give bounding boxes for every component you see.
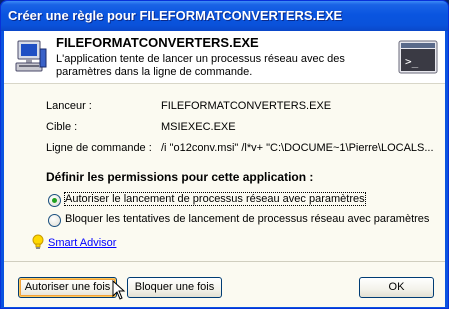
application-computer-icon [15,40,47,72]
svg-text:>_: >_ [405,55,419,68]
lightbulb-icon [32,234,44,249]
ok-button[interactable]: OK [359,277,434,298]
permissions-title: Définir les permissions pour cette appli… [46,170,314,184]
command-line-value: /i "o12conv.msi" /l*v+ "C:\DOCUME~1\Pier… [161,142,434,154]
block-once-button[interactable]: Bloquer une fois [127,277,222,298]
smart-advisor-link[interactable]: Smart Advisor [48,237,116,249]
target-label: Cible : [46,121,78,133]
dialog-body: FILEFORMATCONVERTERS.EXE L'application t… [4,31,445,307]
command-line-label: Ligne de commande : [46,142,152,154]
console-window-icon: >_ [398,40,438,74]
radio-block-button[interactable] [48,214,61,227]
application-name: FILEFORMATCONVERTERS.EXE [56,35,259,50]
application-description: L'application tente de lancer un process… [56,53,345,78]
window-title: Créer une règle pour FILEFORMATCONVERTER… [8,8,343,23]
footer-divider [4,261,445,262]
dialog-window: Créer une règle pour FILEFORMATCONVERTER… [0,0,449,309]
allow-once-button[interactable]: Autoriser une fois [18,277,117,298]
launcher-label: Lanceur : [46,100,92,112]
radio-allow-label[interactable]: Autoriser le lancement de processus rése… [64,192,366,206]
title-bar[interactable]: Créer une règle pour FILEFORMATCONVERTER… [1,1,448,31]
mouse-cursor-icon [112,280,126,300]
radio-selected-dot [52,198,57,203]
launcher-value: FILEFORMATCONVERTERS.EXE [161,100,332,112]
header-band: FILEFORMATCONVERTERS.EXE L'application t… [4,31,445,84]
radio-allow-button[interactable] [48,194,61,207]
target-value: MSIEXEC.EXE [161,121,236,133]
radio-block-label[interactable]: Bloquer les tentatives de lancement de p… [65,213,429,225]
